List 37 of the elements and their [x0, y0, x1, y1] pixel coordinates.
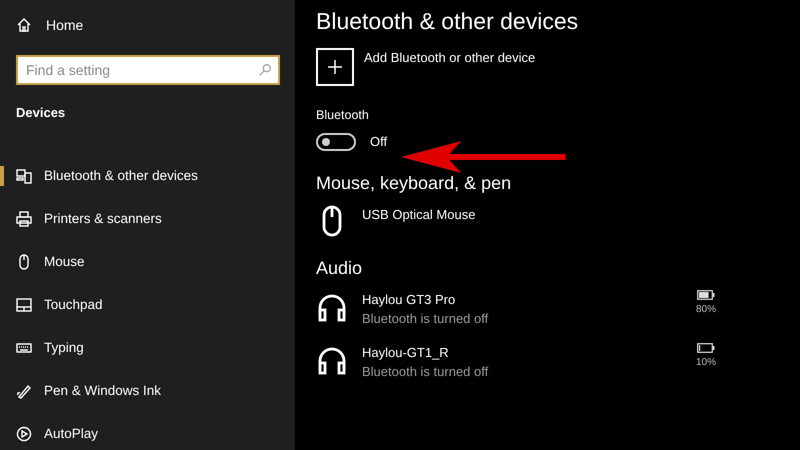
nav-item[interactable]: Pen & Windows Ink — [16, 370, 279, 412]
battery-level: 10% — [696, 356, 716, 370]
nav-item[interactable]: Mouse — [16, 240, 279, 284]
page-title: Bluetooth & other devices — [316, 8, 580, 36]
device-item[interactable]: Haylou GT3 Pro Bluetooth is turned off 80% — [316, 290, 716, 329]
nav-item[interactable]: Typing — [16, 326, 279, 370]
plus-icon — [327, 58, 343, 75]
battery-icon — [696, 290, 715, 300]
autoplay-icon — [16, 426, 32, 442]
devices-icon — [16, 168, 32, 184]
nav-item[interactable]: Bluetooth & other devices — [16, 154, 279, 198]
battery-level: 80% — [696, 302, 716, 317]
device-name: Haylou GT3 Pro — [362, 290, 456, 309]
touchpad-icon — [16, 297, 32, 313]
add-device-button[interactable]: Add Bluetooth or other device — [316, 48, 536, 86]
nav-item[interactable]: AutoPlay — [16, 412, 279, 450]
device-item[interactable]: USB Optical Mouse — [316, 204, 716, 237]
device-name: USB Optical Mouse — [362, 206, 476, 224]
toggle-state: Off — [370, 133, 388, 152]
printer-icon — [16, 211, 32, 227]
nav-item[interactable]: Printers & scanners — [16, 198, 279, 240]
pen-icon — [16, 383, 32, 399]
section-heading: Mouse, keyboard, & pen — [316, 172, 512, 195]
device-status: Bluetooth is turned off — [362, 310, 488, 328]
home-icon — [16, 17, 32, 33]
section-heading: Devices — [16, 104, 66, 122]
search-icon — [258, 63, 272, 77]
home-link[interactable]: Home — [16, 0, 84, 50]
section-heading: Audio — [316, 256, 364, 280]
bluetooth-toggle[interactable] — [316, 133, 356, 152]
search-field[interactable]: Find a setting — [16, 55, 280, 85]
nav-item[interactable]: Touchpad — [16, 284, 279, 326]
toggle-label: Bluetooth — [316, 106, 370, 124]
device-item[interactable]: Haylou-GT1_R Bluetooth is turned off 10% — [316, 342, 716, 382]
device-status: Bluetooth is turned off — [362, 363, 488, 382]
device-name: Haylou-GT1_R — [362, 344, 450, 362]
battery-icon — [696, 342, 715, 353]
